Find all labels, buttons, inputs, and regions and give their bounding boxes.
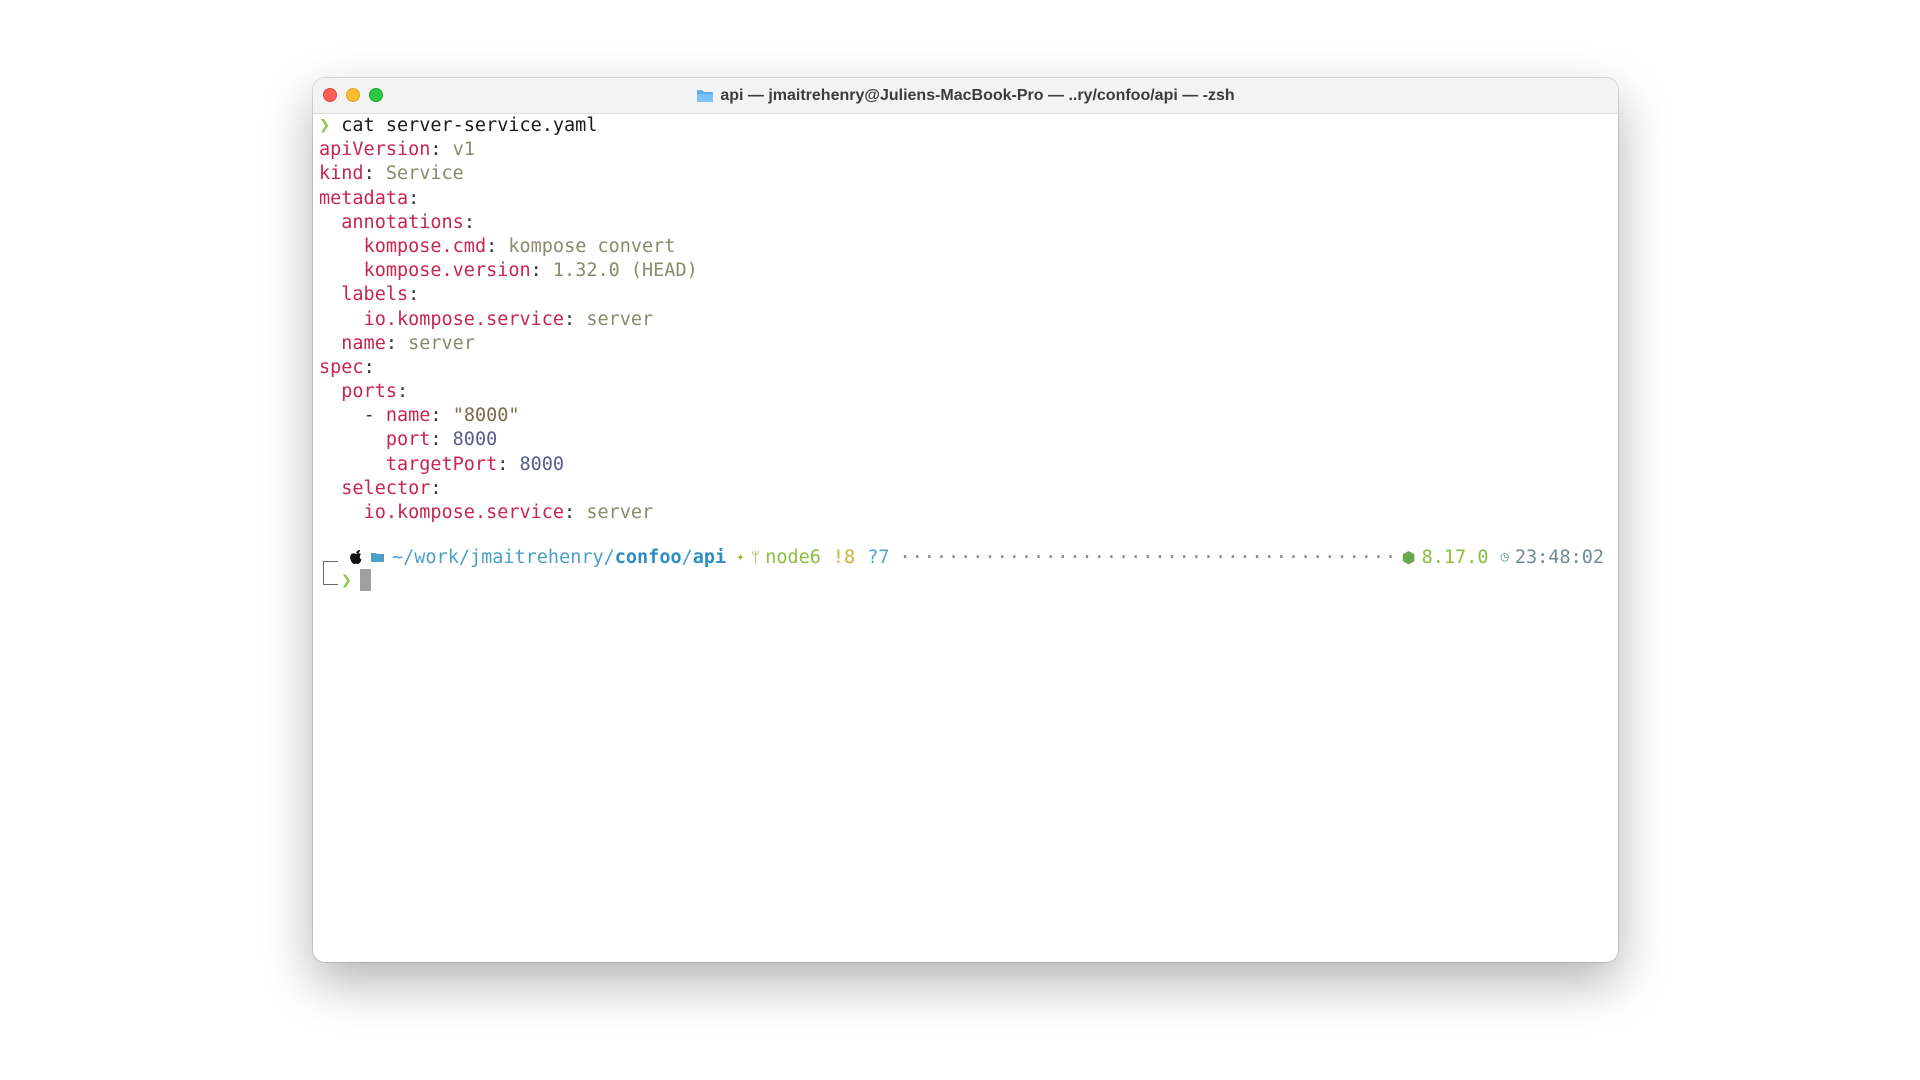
title-bar[interactable]: api — jmaitrehenry@Juliens-MacBook-Pro —… <box>313 78 1618 114</box>
node-icon: ⬢ <box>1401 547 1416 567</box>
terminal-content[interactable]: ❯ cat server-service.yaml apiVersion: v1… <box>313 114 1618 525</box>
yaml-line: ports: <box>341 381 409 403</box>
prompt-time: 23:48:02 <box>1514 546 1604 568</box>
window-title-text: api — jmaitrehenry@Juliens-MacBook-Pro —… <box>720 86 1235 104</box>
yaml-line: port: 8000 <box>385 429 498 451</box>
yaml-line: labels: <box>341 284 420 306</box>
window-title: api — jmaitrehenry@Juliens-MacBook-Pro —… <box>696 86 1235 105</box>
yaml-line: apiVersion: v1 <box>319 139 475 161</box>
git-branch: node6 <box>765 546 821 568</box>
git-icon: ✦ <box>736 549 745 565</box>
input-prompt[interactable]: ❯ <box>341 569 371 591</box>
yaml-key: targetPort <box>385 453 498 475</box>
yaml-line: kind: Service <box>319 163 464 185</box>
yaml-line: io.kompose.service: server <box>363 308 654 330</box>
node-version: 8.17.0 <box>1421 546 1489 568</box>
path-segment-confoo: confoo <box>614 546 682 568</box>
yaml-line: - name: "8000" <box>363 405 520 427</box>
path-base: ~/work/jmaitrehenry/ <box>392 546 615 568</box>
minimize-button[interactable] <box>346 88 360 102</box>
clock-icon: ◷ <box>1500 549 1509 565</box>
yaml-line: name: server <box>341 332 475 354</box>
yaml-value: Service <box>385 163 464 185</box>
prompt-statusline: ~/work/jmaitrehenry/confoo / api ✦ ᛘ node6… <box>319 545 1604 569</box>
yaml-key: port <box>385 429 431 451</box>
yaml-key: kompose.cmd <box>363 235 487 257</box>
yaml-line: kompose.version: 1.32.0 (HEAD) <box>363 260 698 282</box>
branch-icon: ᛘ <box>750 547 761 567</box>
yaml-line: spec: <box>319 356 375 378</box>
yaml-key: kind <box>319 163 364 185</box>
yaml-line: io.kompose.service: server <box>363 502 654 523</box>
yaml-key: annotations <box>341 211 464 233</box>
yaml-key: io.kompose.service <box>363 308 565 330</box>
git-untracked-count: ?7 <box>867 546 890 568</box>
prompt-symbol: ❯ <box>341 569 352 591</box>
prompt-bracket-bottom <box>323 574 338 585</box>
git-modified-count: !8 <box>832 546 856 568</box>
maximize-button[interactable] <box>369 88 383 102</box>
statusline-filler: ········································… <box>899 546 1391 568</box>
command-line: ❯ cat server-service.yaml <box>319 114 1612 138</box>
prompt-symbol: ❯ <box>319 115 331 136</box>
apple-icon <box>350 550 362 564</box>
yaml-key: selector <box>341 477 431 499</box>
yaml-key: name <box>385 405 431 427</box>
command-text: cat server-service.yaml <box>341 115 598 136</box>
text-cursor <box>359 569 371 591</box>
folder-icon <box>371 553 384 562</box>
yaml-key: metadata <box>319 187 409 209</box>
yaml-key: ports <box>341 381 397 403</box>
yaml-value: 8000 <box>519 453 565 475</box>
yaml-key: name <box>341 332 386 354</box>
yaml-key: kompose.version <box>363 260 531 282</box>
close-button[interactable] <box>323 88 337 102</box>
yaml-line: metadata: <box>319 187 420 209</box>
yaml-value: 1.32.0 (HEAD) <box>552 260 698 282</box>
yaml-key: apiVersion <box>319 139 431 161</box>
yaml-line: selector: <box>341 477 442 499</box>
yaml-value: v1 <box>452 139 475 161</box>
yaml-value: server <box>586 308 654 330</box>
yaml-key: spec <box>319 356 364 378</box>
yaml-line: targetPort: 8000 <box>385 453 565 475</box>
path-separator: / <box>681 546 693 568</box>
path-segment-api: api <box>692 546 727 568</box>
yaml-key: labels <box>341 284 409 306</box>
yaml-line: annotations: <box>341 211 475 233</box>
folder-icon <box>697 89 714 102</box>
terminal-window: api — jmaitrehenry@Juliens-MacBook-Pro —… <box>313 78 1618 962</box>
yaml-key: io.kompose.service <box>363 502 565 523</box>
yaml-value: kompose convert <box>508 235 676 257</box>
yaml-line: kompose.cmd: kompose convert <box>363 235 676 257</box>
yaml-value: server <box>586 502 654 523</box>
yaml-value: 8000 <box>452 429 498 451</box>
yaml-value: "8000" <box>452 405 520 427</box>
yaml-value: server <box>408 332 475 354</box>
window-controls <box>323 88 383 102</box>
